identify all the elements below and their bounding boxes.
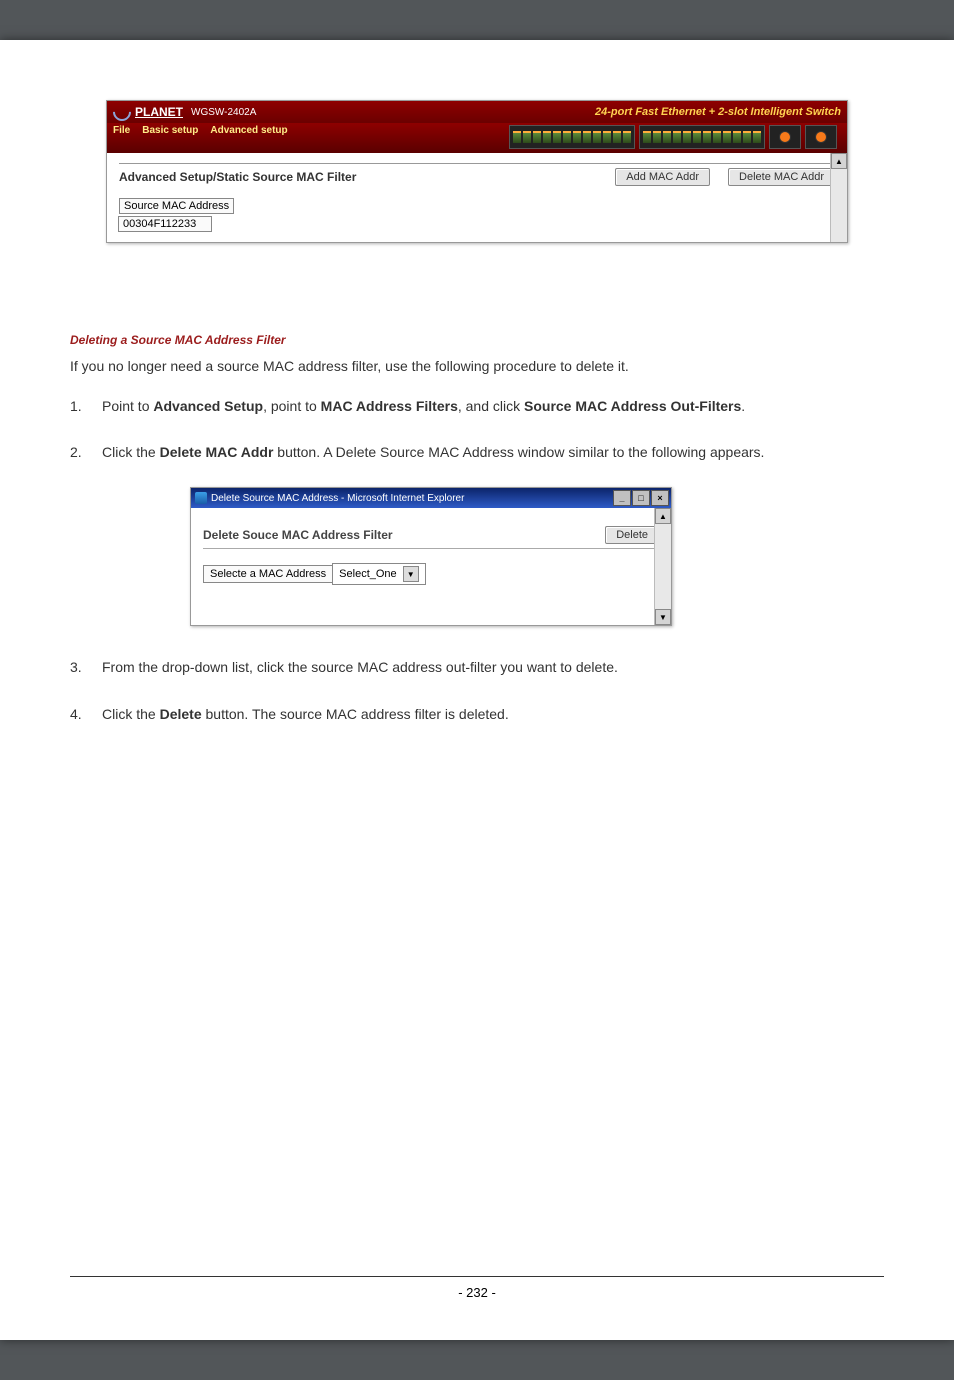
delete-section-title: Delete Souce MAC Address Filter — [203, 528, 393, 542]
select-mac-label: Selecte a MAC Address — [203, 565, 333, 583]
app-titlebar: PLANET WGSW-2402A 24-port Fast Ethernet … — [107, 101, 847, 123]
app-menubar: File Basic setup Advanced setup — [107, 123, 847, 153]
delete-dialog-screenshot: Delete Source MAC Address - Microsoft In… — [190, 487, 672, 626]
product-tagline: 24-port Fast Ethernet + 2-slot Intellige… — [595, 106, 841, 118]
step-3: 3. From the drop-down list, click the so… — [70, 656, 884, 678]
scroll-up-icon[interactable]: ▲ — [655, 508, 671, 524]
section-heading: Deleting a Source MAC Address Filter — [70, 333, 884, 347]
source-mac-value: 00304F112233 — [118, 216, 212, 232]
section-title-static-filter: Advanced Setup/Static Source MAC Filter — [119, 170, 356, 184]
maximize-button[interactable]: □ — [632, 490, 650, 506]
dialog-titlebar: Delete Source MAC Address - Microsoft In… — [191, 488, 671, 508]
intro-text: If you no longer need a source MAC addre… — [70, 357, 884, 377]
step-2: 2. Click the Delete MAC Addr button. A D… — [70, 441, 884, 463]
page-number: - 232 - — [458, 1285, 496, 1300]
ie-icon — [195, 492, 207, 504]
close-button[interactable]: × — [651, 490, 669, 506]
delete-button[interactable]: Delete — [605, 526, 659, 544]
source-mac-label: Source MAC Address — [119, 198, 234, 214]
step-4: 4. Click the Delete button. The source M… — [70, 703, 884, 725]
select-mac-dropdown[interactable]: Select_One ▼ — [332, 563, 425, 585]
scroll-down-icon[interactable]: ▼ — [655, 609, 671, 625]
chevron-down-icon[interactable]: ▼ — [403, 566, 419, 582]
model-number: WGSW-2402A — [191, 107, 256, 118]
delete-mac-button[interactable]: Delete MAC Addr — [728, 168, 835, 186]
select-mac-value: Select_One — [339, 568, 396, 580]
menu-advanced-setup[interactable]: Advanced setup — [210, 125, 287, 136]
menu-basic-setup[interactable]: Basic setup — [142, 125, 198, 136]
page-footer: - 232 - — [70, 1276, 884, 1300]
add-mac-button[interactable]: Add MAC Addr — [615, 168, 710, 186]
menu-file[interactable]: File — [113, 125, 130, 136]
minimize-button[interactable]: _ — [613, 490, 631, 506]
brand-logo-icon — [109, 99, 134, 124]
scrollbar[interactable]: ▲ — [830, 153, 847, 242]
dialog-title: Delete Source MAC Address - Microsoft In… — [211, 493, 464, 504]
scroll-up-icon[interactable]: ▲ — [831, 153, 847, 169]
dialog-scrollbar[interactable]: ▲ ▼ — [654, 508, 671, 625]
switch-port-diagram — [288, 125, 841, 149]
step-1: 1. Point to Advanced Setup, point to MAC… — [70, 395, 884, 417]
brand-name: PLANET — [135, 105, 183, 119]
app-screenshot-advanced-setup: PLANET WGSW-2402A 24-port Fast Ethernet … — [106, 100, 848, 243]
